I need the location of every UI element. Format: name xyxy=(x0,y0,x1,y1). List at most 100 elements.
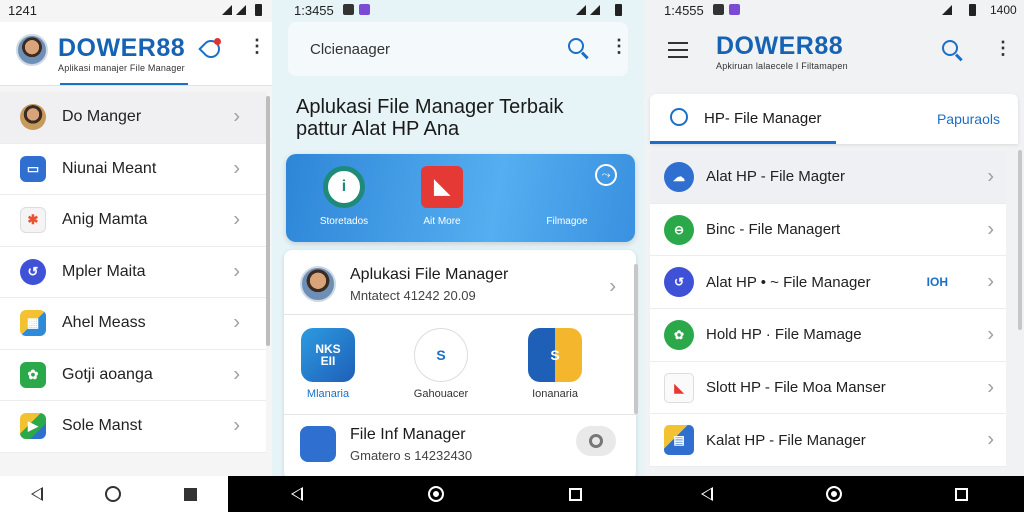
list-item-label: Mpler Maita xyxy=(62,262,146,280)
more-options-icon[interactable]: ⋮ xyxy=(248,36,266,57)
gear-icon: ✿ xyxy=(664,319,694,350)
list-item[interactable]: ◣ Slott HP - File Moa Manser › xyxy=(650,362,1006,415)
star-icon: ✱ xyxy=(20,207,46,234)
message-icon xyxy=(338,3,370,17)
app-tile[interactable]: S Ionanaria xyxy=(520,328,590,400)
tab-papuraols[interactable]: Papuraols xyxy=(937,111,1000,127)
window-icon: ▭ xyxy=(20,155,46,182)
list-item[interactable]: ▭ Niunai Meant › xyxy=(0,144,266,195)
list-item[interactable]: ⊖ Binc - File Managert › xyxy=(650,204,1006,257)
chevron-right-icon: › xyxy=(233,208,240,231)
nav-bar-2 xyxy=(228,476,644,512)
promo-item[interactable]: i Storetados xyxy=(304,166,384,227)
chevron-right-icon: › xyxy=(233,260,240,283)
more-options-icon[interactable]: ⋮ xyxy=(994,38,1012,59)
tab-underline xyxy=(650,141,836,144)
list-item[interactable]: ▶ Sole Manst › xyxy=(0,401,266,453)
list-item[interactable]: ✿ Gotji aoanga › xyxy=(0,350,266,401)
promo-item[interactable]: ◣ Ait More xyxy=(402,166,482,227)
list-item-label: Alat HP - File Magter xyxy=(706,168,845,186)
list-item-label: Kalat HP - File Manager xyxy=(706,431,866,449)
play-icon: ▶ xyxy=(20,413,46,440)
file-list: ☁ Alat HP - File Magter › ⊖ Binc - File … xyxy=(650,151,1006,468)
back-icon[interactable] xyxy=(700,487,713,501)
page-heading: Aplukasi File Manager Terbaik pattur Ala… xyxy=(296,96,564,140)
brand-tagline: Aplikasi manajer File Manager xyxy=(58,63,185,73)
chevron-right-icon: › xyxy=(609,275,616,298)
promo-banner[interactable]: i Storetados ◣ Ait More Filmagoe ⤳ xyxy=(286,154,635,242)
app-card: Aplukasi File Manager Mntatect 41242 20.… xyxy=(284,250,636,476)
status-badge: IOH xyxy=(926,275,948,290)
screen-3: 1:4555 1400 DOWER88 Apkiruan lalaecele I… xyxy=(644,0,1024,476)
search-bar[interactable]: Clcienaager ⋮ xyxy=(288,22,628,76)
scrollbar[interactable] xyxy=(634,264,638,414)
menu-icon[interactable] xyxy=(668,42,688,63)
list-item-label: Gotji aoanga xyxy=(62,365,153,383)
chevron-right-icon: › xyxy=(987,428,994,451)
list-item-label: Alat HP • ~ File Manager xyxy=(706,273,871,291)
more-options-icon[interactable]: ⋮ xyxy=(610,36,628,57)
chevron-right-icon: › xyxy=(987,323,994,346)
card-title: Aplukasi File Manager xyxy=(350,266,509,283)
tab-underline xyxy=(60,83,188,85)
app-header: DOWER88 Aplikasi manajer File Manager ⋮ xyxy=(0,22,272,86)
list-item[interactable]: ☁ Alat HP - File Magter › xyxy=(650,151,1006,204)
swirl-icon: ↺ xyxy=(664,267,694,298)
chevron-right-icon: › xyxy=(233,311,240,334)
app-tile[interactable]: S Gahouacer xyxy=(406,328,476,400)
brand-tagline: Apkiruan lalaecele I Filtamapen xyxy=(716,61,848,71)
search-icon[interactable] xyxy=(942,40,958,56)
chevron-right-icon: › xyxy=(987,165,994,188)
list-item-label: Sole Manst xyxy=(62,417,143,435)
chevron-right-icon: › xyxy=(987,270,994,293)
battery-icon xyxy=(612,3,622,17)
app-list: Do Manger › ▭ Niunai Meant › ✱ Anig Mamt… xyxy=(0,92,266,453)
chevron-right-icon: › xyxy=(233,414,240,437)
status-time: 1:3455 xyxy=(294,3,334,18)
tab-hp-file-manager[interactable]: HP- File Manager xyxy=(704,110,822,127)
composite-screenshot: 1241 DOWER88 Aplikasi manajer File Manag… xyxy=(0,0,1024,512)
app-grid: NKS EII Mlanaria S Gahouacer S Ionanaria xyxy=(284,328,636,408)
divider xyxy=(284,414,636,415)
home-icon[interactable] xyxy=(427,486,444,502)
back-icon[interactable] xyxy=(31,487,44,501)
list-item-label: Anig Mamta xyxy=(62,211,148,229)
list-item-label: Hold HP · File Mamage xyxy=(706,326,862,344)
item-subtitle: Gmatero s 14232430 xyxy=(350,448,473,463)
file-manager-icon xyxy=(300,426,336,462)
status-bar: 1:3455 xyxy=(272,0,644,20)
search-icon[interactable] xyxy=(568,38,584,54)
avatar[interactable] xyxy=(16,34,48,66)
card-header[interactable]: Aplukasi File Manager Mntatect 41242 20.… xyxy=(300,262,620,312)
app-tile[interactable]: NKS EII Mlanaria xyxy=(298,328,358,400)
avatar-icon xyxy=(20,104,46,131)
flag-icon: ◣ xyxy=(664,372,694,403)
recent-apps-icon[interactable] xyxy=(183,487,197,501)
list-item[interactable]: ▤ Kalat HP - File Manager › xyxy=(650,414,1006,468)
list-item[interactable]: File Inf Manager Gmatero s 14232430 xyxy=(300,422,620,472)
list-item[interactable]: ✿ Hold HP · File Mamage › xyxy=(650,309,1006,362)
sync-toggle[interactable] xyxy=(576,426,616,456)
share-icon[interactable]: ⤳ xyxy=(595,164,617,186)
status-bar: 1241 xyxy=(0,0,272,20)
home-icon[interactable] xyxy=(105,486,122,502)
wifi-icon xyxy=(222,3,232,17)
list-item[interactable]: ↺ Mpler Maita › xyxy=(0,247,266,298)
list-item[interactable]: ✱ Anig Mamta › xyxy=(0,195,266,247)
scrollbar[interactable] xyxy=(266,96,270,346)
back-icon[interactable] xyxy=(290,487,303,501)
home-icon[interactable] xyxy=(825,486,842,502)
gear-icon: ✿ xyxy=(20,361,46,388)
list-item[interactable]: Do Manger › xyxy=(0,92,266,144)
signal-icon xyxy=(236,3,246,17)
scrollbar[interactable] xyxy=(1018,150,1022,330)
app-icon: S xyxy=(414,328,468,382)
list-item[interactable]: ↺ Alat HP • ~ File Manager IOH › xyxy=(650,256,1006,310)
message-icon xyxy=(708,3,740,17)
list-item[interactable]: ▦ Ahel Meass › xyxy=(0,298,266,350)
recent-apps-icon[interactable] xyxy=(954,487,968,501)
recent-apps-icon[interactable] xyxy=(568,487,582,501)
user-icon xyxy=(670,108,688,126)
search-input[interactable]: Clcienaager xyxy=(310,41,390,58)
tab-bar: HP- File Manager Papuraols xyxy=(650,94,1018,144)
